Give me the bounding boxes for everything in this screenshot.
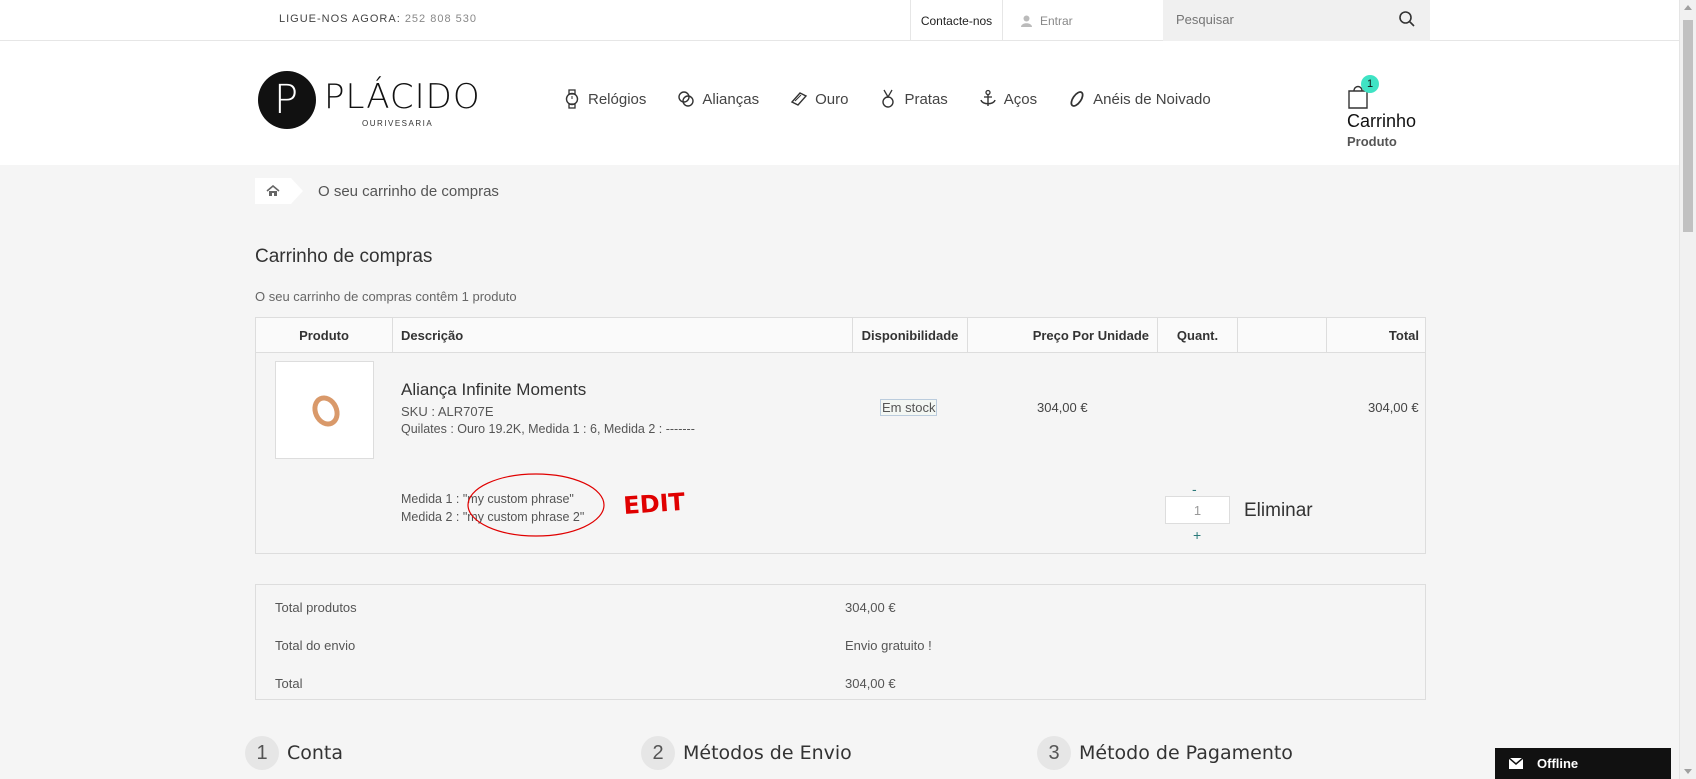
nav-label: Ouro xyxy=(815,90,849,108)
totals-row: Total 304,00 € xyxy=(256,676,1425,698)
medal-icon xyxy=(882,89,895,108)
logo-mark: P xyxy=(258,71,316,129)
custom-phrase-1: Medida 1 : "my custom phrase" xyxy=(401,492,574,506)
contact-link[interactable]: Contacte-nos xyxy=(910,0,1003,41)
product-thumbnail[interactable] xyxy=(275,361,374,459)
logo-initial: P xyxy=(274,77,299,123)
nav-label: Anéis de Noivado xyxy=(1093,90,1211,108)
step-number: 3 xyxy=(1037,736,1071,770)
breadcrumb: O seu carrinho de compras xyxy=(255,178,499,204)
column-header-blank xyxy=(1238,318,1327,353)
custom-phrase-2: Medida 2 : "my custom phrase 2" xyxy=(401,510,585,524)
column-header-unit-price: Preço Por Unidade xyxy=(968,318,1158,353)
nav-item-ouro[interactable]: Ouro xyxy=(789,87,848,111)
product-sku: SKU : ALR707E xyxy=(401,404,494,419)
step-shipping[interactable]: 2 Métodos de Envio xyxy=(641,736,852,770)
step-payment[interactable]: 3 Método de Pagamento xyxy=(1037,736,1293,770)
watch-icon xyxy=(565,89,579,109)
step-number: 2 xyxy=(641,736,675,770)
column-header-qty: Quant. xyxy=(1158,318,1238,353)
qty-input[interactable] xyxy=(1165,496,1230,524)
totals-row: Total do envio Envio gratuito ! xyxy=(256,638,1425,660)
search-icon[interactable] xyxy=(1398,10,1416,28)
search-box xyxy=(1163,0,1430,41)
nav-item-aliancas[interactable]: Alianças xyxy=(676,87,759,111)
gold-bar-icon xyxy=(790,92,808,106)
nav-item-pratas[interactable]: Pratas xyxy=(878,87,948,111)
nav-label: Aços xyxy=(1003,90,1038,108)
logo-subtitle: OURIVESARIA xyxy=(362,119,434,128)
scroll-down-arrow[interactable] xyxy=(1684,769,1692,774)
checkout-steps: 1 Conta 2 Métodos de Envio 3 Método de P… xyxy=(245,736,1345,776)
call-us: LIGUE-NOS AGORA: 252 808 530 xyxy=(279,13,477,25)
cart-count-badge: 1 xyxy=(1361,75,1379,93)
totals-box: Total produtos 304,00 € Total do envio E… xyxy=(255,584,1426,700)
nav-item-acos[interactable]: Aços xyxy=(978,87,1037,111)
product-name[interactable]: Aliança Infinite Moments xyxy=(401,380,586,400)
nav-label: Pratas xyxy=(904,90,948,108)
column-header-product: Produto xyxy=(256,318,393,353)
step-number: 1 xyxy=(245,736,279,770)
ring-image xyxy=(307,391,345,431)
nav-item-aneis-de-noivado[interactable]: Anéis de Noivado xyxy=(1067,87,1211,111)
totals-value: 304,00 € xyxy=(845,600,896,615)
totals-label: Total xyxy=(275,676,303,691)
page-scrollbar[interactable] xyxy=(1679,0,1696,779)
engagement-ring-icon xyxy=(1070,91,1084,107)
login-label: Entrar xyxy=(1040,13,1073,28)
step-label: Conta xyxy=(287,742,344,764)
cart-label: Carrinho xyxy=(1347,111,1417,131)
column-header-description: Descrição xyxy=(393,318,853,353)
availability-badge: Em stock xyxy=(880,399,938,416)
unit-price: 304,00 € xyxy=(1037,400,1088,415)
page-title: Carrinho de compras xyxy=(255,246,433,267)
chat-offline-widget[interactable]: Offline xyxy=(1495,748,1671,779)
totals-label: Total do envio xyxy=(275,638,356,653)
call-us-number[interactable]: 252 808 530 xyxy=(405,13,477,25)
qty-decrease-button[interactable]: - xyxy=(1192,481,1197,497)
cart-summary-text: O seu carrinho de compras contêm 1 produ… xyxy=(255,289,517,304)
remove-item-button[interactable]: Eliminar xyxy=(1244,500,1313,522)
top-bar: LIGUE-NOS AGORA: 252 808 530 Contacte-no… xyxy=(0,0,1679,41)
user-icon xyxy=(1021,15,1032,27)
breadcrumb-current: O seu carrinho de compras xyxy=(318,182,499,200)
call-us-label: LIGUE-NOS AGORA: xyxy=(279,13,401,25)
anchor-icon xyxy=(980,89,996,106)
step-label: Métodos de Envio xyxy=(683,742,852,764)
nav-label: Alianças xyxy=(702,90,760,108)
annotation-text: EDIT xyxy=(622,488,686,520)
totals-value: 304,00 € xyxy=(845,676,896,691)
totals-value: Envio gratuito ! xyxy=(845,638,932,653)
totals-label: Total produtos xyxy=(275,600,357,615)
table-header: Produto Descrição Disponibilidade Preço … xyxy=(256,318,1425,353)
rings-icon xyxy=(678,91,695,107)
product-attributes: Quilates : Ouro 19.2K, Medida 1 : 6, Med… xyxy=(401,422,695,436)
nav-item-relogios[interactable]: Relógios xyxy=(562,87,646,111)
login-link[interactable]: Entrar xyxy=(1003,0,1163,41)
step-account[interactable]: 1 Conta xyxy=(245,736,343,770)
step-label: Método de Pagamento xyxy=(1079,742,1293,764)
line-total: 304,00 € xyxy=(1368,400,1419,415)
site-header: P PLÁCIDO OURIVESARIA Relógios Alianças … xyxy=(0,41,1679,165)
column-header-total: Total xyxy=(1388,328,1419,343)
main-nav: Relógios Alianças Ouro Pratas Aços Anéis… xyxy=(562,87,1241,111)
cart-sublabel: Produto xyxy=(1347,134,1397,149)
scroll-up-arrow[interactable] xyxy=(1684,5,1692,10)
envelope-icon xyxy=(1509,758,1523,769)
breadcrumb-home[interactable] xyxy=(255,178,303,204)
logo-name: PLÁCIDO xyxy=(324,77,481,117)
column-header-availability: Disponibilidade xyxy=(853,318,968,353)
cart-table: Produto Descrição Disponibilidade Preço … xyxy=(255,317,1426,554)
chat-label: Offline xyxy=(1537,756,1579,771)
qty-increase-button[interactable]: + xyxy=(1193,527,1201,543)
search-input[interactable] xyxy=(1176,12,1376,27)
totals-row: Total produtos 304,00 € xyxy=(256,600,1425,622)
logo[interactable]: P PLÁCIDO OURIVESARIA xyxy=(258,71,480,133)
home-icon xyxy=(266,185,280,196)
nav-label: Relógios xyxy=(588,90,647,108)
scrollbar-thumb[interactable] xyxy=(1683,20,1693,232)
